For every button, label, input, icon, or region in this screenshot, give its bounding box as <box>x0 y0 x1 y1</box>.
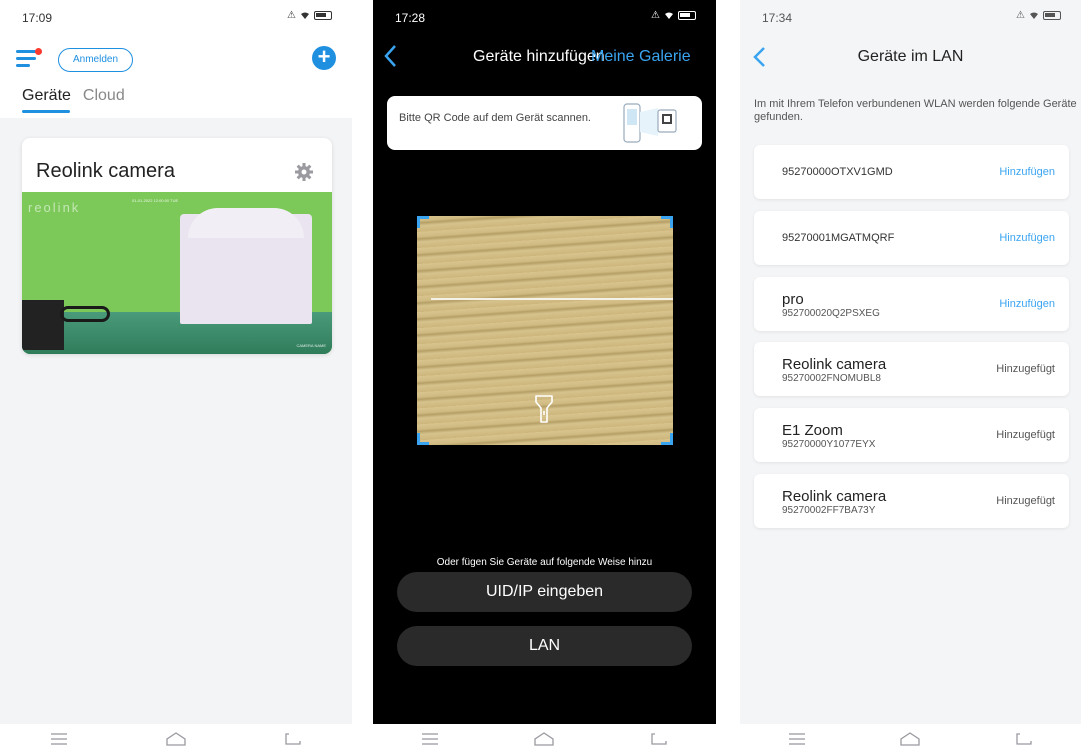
menu-icon[interactable] <box>420 729 440 749</box>
add-device-link[interactable]: Hinzufügen <box>999 145 1055 199</box>
device-row: Reolink camera 95270002FF7BA73Y Hinzugef… <box>754 474 1069 528</box>
preview-timestamp: 01-01-2022 12:00:00 TUE <box>132 198 179 203</box>
device-name: Reolink camera <box>782 356 887 373</box>
alternative-methods-text: Oder fügen Sie Geräte auf folgende Weise… <box>436 557 653 568</box>
viewfinder-corner <box>417 433 429 445</box>
notification-dot <box>35 48 42 55</box>
qr-scan-viewfinder[interactable] <box>417 216 673 445</box>
camera-title: Reolink camera <box>36 160 175 182</box>
qr-camera-illustration-icon <box>623 103 677 143</box>
scan-screen: 17:28 ⚠ Geräte hinzufügen Meine Galerie … <box>373 0 716 754</box>
wifi-icon <box>665 12 673 19</box>
mute-icon: ⚠ <box>651 10 660 21</box>
camera-preview[interactable]: reolink 01-01-2022 12:00:00 TUE CAMERA N… <box>22 192 332 354</box>
status-time: 17:28 <box>395 11 426 25</box>
device-uid: 95270002FF7BA73Y <box>782 505 876 516</box>
status-bar: 17:09 ⚠ <box>0 0 352 34</box>
preview-watermark: reolink <box>28 200 81 215</box>
back-icon[interactable] <box>283 729 303 749</box>
lan-devices-screen: 17:34 ⚠ Geräte im LAN Im mit Ihrem Telef… <box>740 0 1081 754</box>
battery-icon <box>678 11 696 20</box>
battery-icon <box>314 11 332 20</box>
device-name: pro <box>782 291 804 308</box>
chevron-left-icon[interactable] <box>383 44 399 68</box>
plus-circle-icon: + <box>317 44 331 69</box>
battery-icon <box>1043 11 1061 20</box>
device-row: Reolink camera 95270002FNOMUBL8 Hinzugef… <box>754 342 1069 396</box>
mute-icon: ⚠ <box>287 10 296 21</box>
system-nav-bar <box>740 724 1081 754</box>
preview-device <box>22 300 64 350</box>
add-device-button[interactable]: + <box>312 46 336 70</box>
device-added-status: Hinzugefügt <box>996 495 1055 507</box>
page-title: Geräte im LAN <box>857 48 964 65</box>
add-device-link[interactable]: Hinzufügen <box>999 211 1055 265</box>
page-title: Geräte hinzufügen <box>473 48 605 65</box>
device-row: pro 952700020Q2PSXEG Hinzufügen <box>754 277 1069 331</box>
lan-description: Im mit Ihrem Telefon verbundenen WLAN we… <box>754 98 1077 123</box>
device-uid: 95270000OTXV1GMD <box>782 166 893 178</box>
add-device-link[interactable]: Hinzufügen <box>999 277 1055 331</box>
home-header: Anmelden + Geräte Cloud <box>0 34 352 118</box>
home-screen: 17:09 ⚠ Anmelden + Geräte Cloud Reolink … <box>0 0 352 754</box>
preview-object <box>180 208 312 324</box>
device-uid: 95270002FNOMUBL8 <box>782 373 881 384</box>
home-icon[interactable] <box>900 729 921 749</box>
device-name: E1 Zoom <box>782 422 843 439</box>
status-time: 17:09 <box>22 11 53 25</box>
gear-icon[interactable] <box>294 162 314 182</box>
device-uid: 95270000Y1077EYX <box>782 439 876 450</box>
device-added-status: Hinzugefügt <box>996 363 1055 375</box>
device-tabs: Geräte Cloud <box>22 87 125 113</box>
status-time: 17:34 <box>762 11 793 25</box>
scan-line <box>431 298 673 300</box>
scan-hint-card: Bitte QR Code auf dem Gerät scannen. <box>387 96 702 150</box>
login-button[interactable]: Anmelden <box>58 48 134 72</box>
gallery-link[interactable]: Meine Galerie <box>591 48 691 66</box>
home-icon[interactable] <box>166 729 186 749</box>
camera-card[interactable]: Reolink camera reolink 01-01-2022 12:00:… <box>22 138 332 354</box>
viewfinder-corner <box>661 433 673 445</box>
viewfinder-corner <box>417 216 429 228</box>
enter-uid-ip-button[interactable]: UID/IP eingeben <box>397 572 692 612</box>
mute-icon: ⚠ <box>1016 10 1025 21</box>
wifi-icon <box>301 12 309 19</box>
device-added-status: Hinzugefügt <box>996 429 1055 441</box>
menu-icon[interactable] <box>787 729 807 749</box>
tab-cloud[interactable]: Cloud <box>83 87 125 105</box>
device-uid: 952700020Q2PSXEG <box>782 308 880 319</box>
scan-hint-text: Bitte QR Code auf dem Gerät scannen. <box>399 112 591 124</box>
status-icons: ⚠ <box>1016 10 1061 21</box>
device-row: 95270001MGATMQRF Hinzufügen <box>754 211 1069 265</box>
menu-icon[interactable] <box>49 729 69 749</box>
device-name: Reolink camera <box>782 488 887 505</box>
device-row: 95270000OTXV1GMD Hinzufügen <box>754 145 1069 199</box>
device-row: E1 Zoom 95270000Y1077EYX Hinzugefügt <box>754 408 1069 462</box>
status-bar: 17:28 ⚠ <box>373 0 716 34</box>
viewfinder-corner <box>661 216 673 228</box>
back-icon[interactable] <box>1014 729 1034 749</box>
status-bar: 17:34 ⚠ <box>740 0 1081 34</box>
device-uid: 95270001MGATMQRF <box>782 232 895 244</box>
flashlight-icon[interactable] <box>533 394 555 424</box>
system-nav-bar <box>373 724 716 754</box>
lan-button[interactable]: LAN <box>397 626 692 666</box>
system-nav-bar <box>0 724 352 754</box>
back-icon[interactable] <box>649 729 669 749</box>
preview-cable <box>60 306 110 322</box>
tab-devices[interactable]: Geräte <box>22 87 71 113</box>
hamburger-menu-icon[interactable] <box>16 48 42 72</box>
preview-camera-name: CAMERA NAME <box>296 343 326 348</box>
home-icon[interactable] <box>534 729 555 749</box>
wifi-icon <box>1030 12 1038 19</box>
status-icons: ⚠ <box>287 10 332 21</box>
status-icons: ⚠ <box>651 10 696 21</box>
